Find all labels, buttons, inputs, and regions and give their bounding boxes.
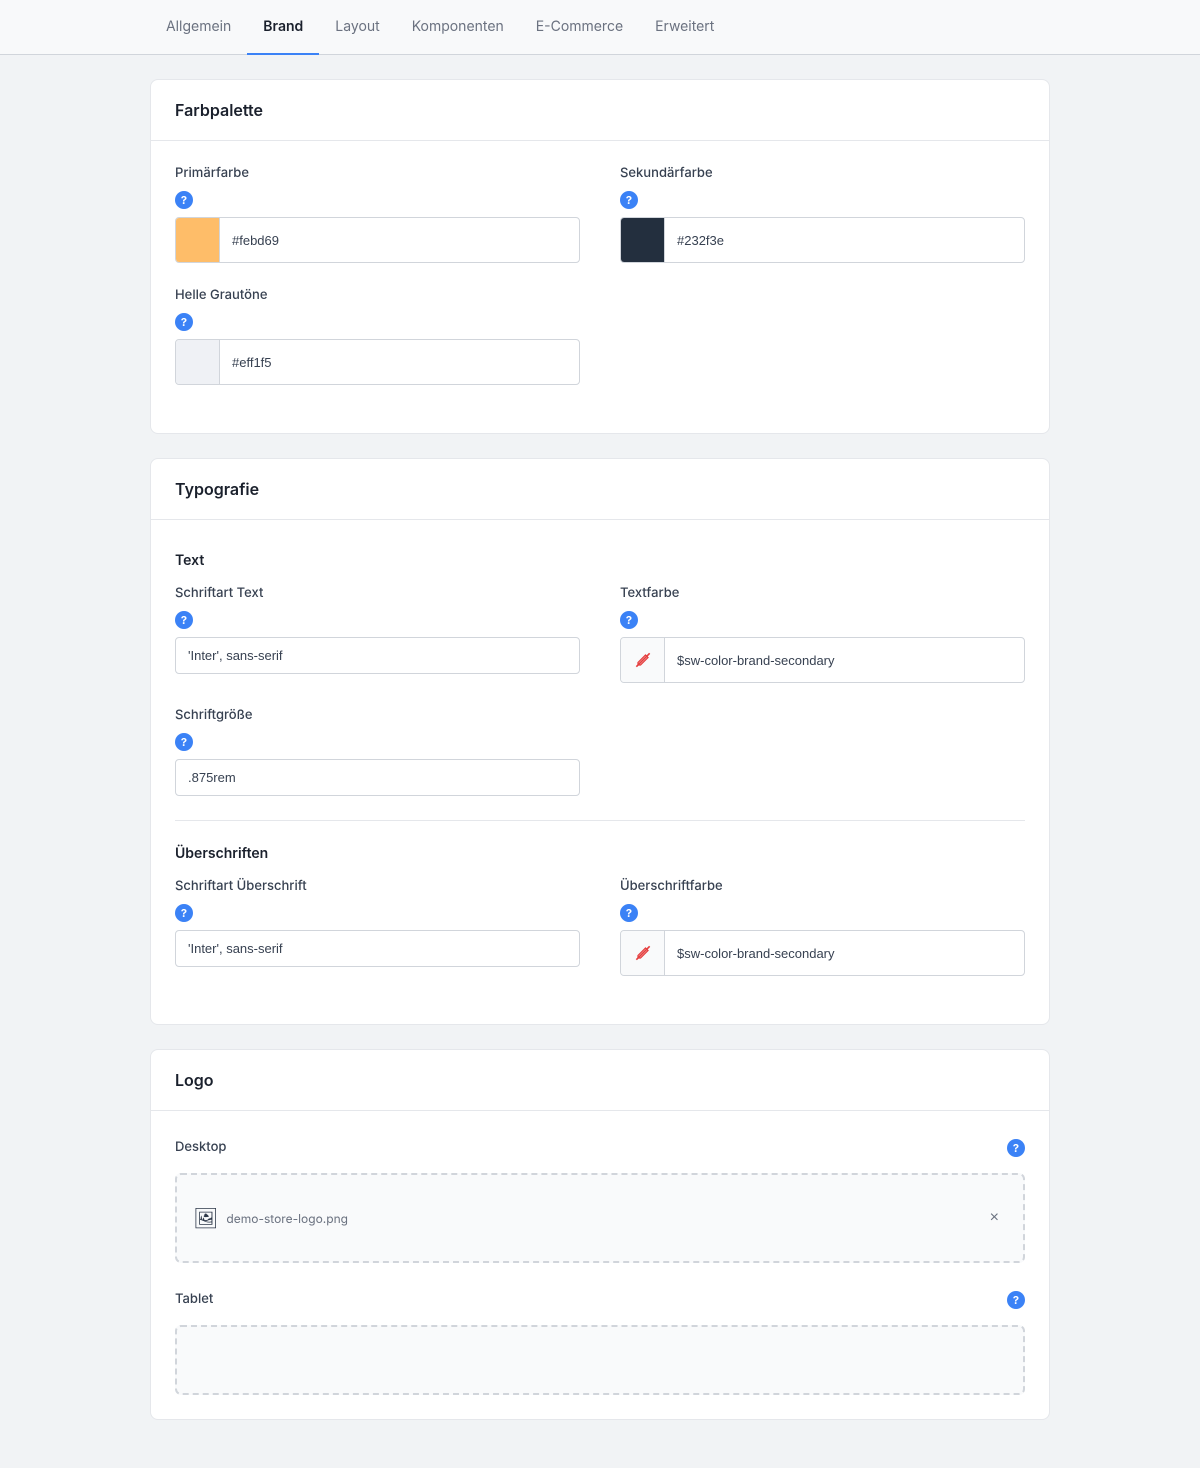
typografie-title: Typografie (151, 459, 1049, 520)
primary-color-input-wrapper (175, 217, 580, 263)
heading-color-label: Überschriftfarbe (620, 878, 1025, 894)
headings-section-header: Überschriften (175, 845, 1025, 862)
light-gray-color-input-wrapper (175, 339, 580, 385)
tablet-label: Tablet (175, 1291, 213, 1307)
logo-filename: demo-store-logo.png (226, 1211, 348, 1226)
font-text-label: Schriftart Text (175, 585, 580, 601)
font-text-input-wrapper (175, 637, 580, 674)
color-row-light-gray: Helle Grautöne ? (175, 287, 1025, 385)
font-size-label: Schriftgröße (175, 707, 580, 723)
nav-tabs: Allgemein Brand Layout Komponenten E-Com… (0, 0, 1200, 55)
heading-color-input[interactable] (665, 936, 1024, 971)
text-color-edit-icon[interactable] (621, 638, 665, 682)
light-gray-color-label: Helle Grautöne (175, 287, 580, 303)
light-gray-color-swatch[interactable] (176, 340, 220, 384)
heading-color-group: Überschriftfarbe ? (620, 878, 1025, 976)
secondary-color-group: Sekundärfarbe ? (620, 165, 1025, 263)
logo-file-icon: 🖼 (193, 1206, 218, 1230)
font-heading-input[interactable] (176, 931, 579, 966)
primary-color-swatch[interactable] (176, 218, 220, 262)
font-size-input[interactable] (176, 760, 579, 795)
text-color-label: Textfarbe (620, 585, 1025, 601)
secondary-color-input-wrapper (620, 217, 1025, 263)
typografie-body: Text Schriftart Text ? Textfarbe ? (151, 520, 1049, 1024)
desktop-label-row: Desktop ? (175, 1135, 1025, 1165)
font-heading-input-wrapper (175, 930, 580, 967)
light-gray-help-icon[interactable]: ? (175, 313, 193, 331)
text-color-input[interactable] (665, 643, 1024, 678)
light-gray-color-input[interactable] (220, 345, 579, 380)
page-content: Farbpalette Primärfarbe ? Sekundärfarbe … (0, 55, 1200, 1468)
pencil-slash-icon (633, 650, 653, 670)
tab-allgemein[interactable]: Allgemein (150, 0, 247, 55)
light-gray-color-group: Helle Grautöne ? (175, 287, 580, 385)
font-size-help-icon[interactable]: ? (175, 733, 193, 751)
heading-color-input-wrapper (620, 930, 1025, 976)
tab-layout[interactable]: Layout (319, 0, 395, 55)
color-row-primary-secondary: Primärfarbe ? Sekundärfarbe ? (175, 165, 1025, 263)
text-color-group: Textfarbe ? (620, 585, 1025, 683)
desktop-upload-remove-button[interactable]: × (982, 1205, 1007, 1231)
desktop-label: Desktop (175, 1139, 226, 1155)
secondary-color-swatch[interactable] (621, 218, 665, 262)
font-size-row: Schriftgröße ? (175, 707, 1025, 796)
font-heading-group: Schriftart Überschrift ? (175, 878, 580, 976)
desktop-upload-area[interactable]: 🖼 demo-store-logo.png × (175, 1173, 1025, 1263)
tablet-upload-area[interactable] (175, 1325, 1025, 1395)
primary-color-input[interactable] (220, 223, 579, 258)
text-color-input-wrapper (620, 637, 1025, 683)
tablet-section: Tablet ? (175, 1287, 1025, 1395)
tablet-label-row: Tablet ? (175, 1287, 1025, 1317)
heading-color-edit-icon[interactable] (621, 931, 665, 975)
text-color-help-icon[interactable]: ? (620, 611, 638, 629)
farbpalette-title: Farbpalette (151, 80, 1049, 141)
heading-color-help-icon[interactable]: ? (620, 904, 638, 922)
logo-title: Logo (151, 1050, 1049, 1111)
primary-color-label: Primärfarbe (175, 165, 580, 181)
font-heading-label: Schriftart Überschrift (175, 878, 580, 894)
secondary-color-label: Sekundärfarbe (620, 165, 1025, 181)
tablet-help-icon[interactable]: ? (1007, 1291, 1025, 1309)
tab-ecommerce[interactable]: E-Commerce (520, 0, 639, 55)
pencil-slash-icon-2 (633, 943, 653, 963)
text-section-header: Text (175, 552, 1025, 569)
farbpalette-body: Primärfarbe ? Sekundärfarbe ? (151, 141, 1049, 433)
typography-divider (175, 820, 1025, 821)
logo-body: Desktop ? 🖼 demo-store-logo.png × Tablet… (151, 1111, 1049, 1419)
secondary-color-input[interactable] (665, 223, 1024, 258)
primary-color-help-icon[interactable]: ? (175, 191, 193, 209)
tab-brand[interactable]: Brand (247, 0, 319, 55)
font-text-group: Schriftart Text ? (175, 585, 580, 683)
font-heading-help-icon[interactable]: ? (175, 904, 193, 922)
typografie-card: Typografie Text Schriftart Text ? Textfa… (150, 458, 1050, 1025)
desktop-help-icon[interactable]: ? (1007, 1139, 1025, 1157)
farbpalette-card: Farbpalette Primärfarbe ? Sekundärfarbe … (150, 79, 1050, 434)
font-text-row: Schriftart Text ? Textfarbe ? (175, 585, 1025, 683)
font-size-group: Schriftgröße ? (175, 707, 580, 796)
font-text-help-icon[interactable]: ? (175, 611, 193, 629)
desktop-upload-preview: 🖼 demo-store-logo.png (193, 1206, 348, 1230)
primary-color-group: Primärfarbe ? (175, 165, 580, 263)
tab-erweitert[interactable]: Erweitert (639, 0, 730, 55)
secondary-color-help-icon[interactable]: ? (620, 191, 638, 209)
font-size-input-wrapper (175, 759, 580, 796)
font-heading-row: Schriftart Überschrift ? Überschriftfarb… (175, 878, 1025, 976)
logo-card: Logo Desktop ? 🖼 demo-store-logo.png × T… (150, 1049, 1050, 1420)
font-text-input[interactable] (176, 638, 579, 673)
tab-komponenten[interactable]: Komponenten (396, 0, 520, 55)
